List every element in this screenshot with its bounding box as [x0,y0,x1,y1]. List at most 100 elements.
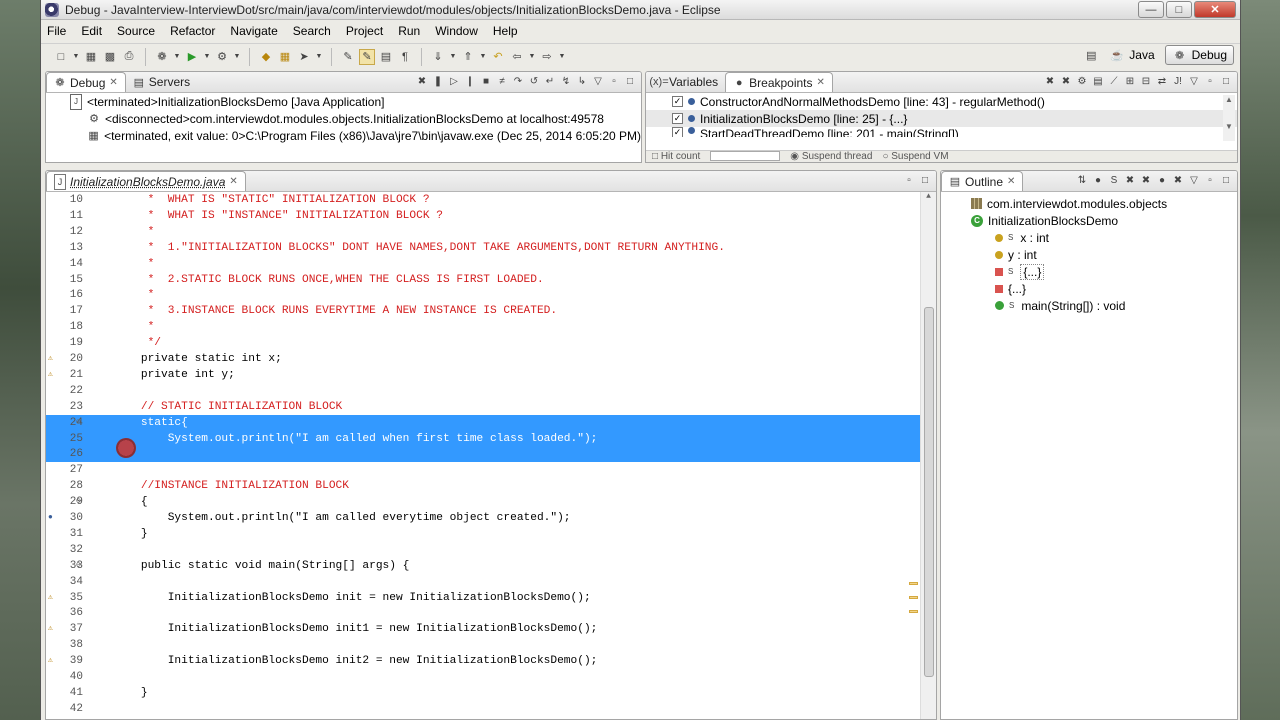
java-exception-breakpoint-icon[interactable]: J! [1171,74,1185,88]
menu-file[interactable]: File [47,24,66,38]
outline-item[interactable]: com.interviewdot.modules.objects [941,195,1237,212]
code-line[interactable]: 33 ⊖ public static void main(String[] arg… [46,558,920,574]
code-line[interactable]: 35 ⚠ InitializationBlocksDemo init = new … [46,590,920,606]
code-line[interactable]: 27 [46,462,920,478]
perspective-debug[interactable]: ❁ Debug [1164,45,1234,65]
go-to-file-icon[interactable]: ▤ [1091,74,1105,88]
new-icon[interactable]: □ [53,49,69,65]
show-whitespace-icon[interactable]: ¶ [397,49,413,65]
list-item[interactable]: ✓ InitializationBlocksDemo [line: 25] - … [646,110,1237,127]
suspend-vm-radio[interactable]: ○ Suspend VM [882,151,948,162]
tab-variables[interactable]: (x)= Variables [646,72,725,92]
collapse-all-icon[interactable]: ⊟ [1139,74,1153,88]
step-into-icon[interactable]: ↷ [511,74,525,88]
list-item[interactable]: ▦ <terminated, exit value: 0>C:\Program … [46,127,641,144]
list-item[interactable]: J <terminated>InitializationBlocksDemo [… [46,93,641,110]
chevron-down-icon[interactable]: ▼ [203,49,211,65]
suspend-icon[interactable]: ❙ [463,74,477,88]
show-supported-breakpoints-icon[interactable]: ⚙ [1075,74,1089,88]
view-menu-icon[interactable]: ▽ [591,74,605,88]
menu-refactor[interactable]: Refactor [170,24,215,38]
list-item[interactable]: ⚙ <disconnected>com.interviewdot.modules… [46,110,641,127]
link-with-debug-view-icon[interactable]: ⇄ [1155,74,1169,88]
code-line[interactable]: 17 * 3.INSTANCE BLOCK RUNS EVERYTIME A N… [46,303,920,319]
menu-window[interactable]: Window [435,24,478,38]
tab-initializationblocksdemo-java[interactable]: J InitializationBlocksDemo.java ✕ [46,171,246,191]
code-line[interactable]: 13 * 1."INITIALIZATION BLOCKS" DONT HAVE… [46,240,920,256]
code-line[interactable]: 12 * [46,224,920,240]
fold-icon[interactable]: ⊖ [76,561,86,571]
skip-breakpoints-icon[interactable]: ❚ [431,74,445,88]
code-line[interactable]: 24 ⊖ static{ [46,414,920,431]
remove-launches-icon[interactable]: ✖ [415,74,429,88]
menu-navigate[interactable]: Navigate [230,24,277,38]
outline-item[interactable]: y : int [941,246,1237,263]
code-line[interactable]: 22 [46,383,920,399]
menu-source[interactable]: Source [117,24,155,38]
code-line[interactable]: 28 //INSTANCE INITIALIZATION BLOCK [46,478,920,494]
outline-item[interactable]: S {...} [941,263,1237,280]
code-line[interactable]: 16 * [46,287,920,303]
tab-outline[interactable]: ▤ Outline ✕ [941,171,1024,191]
save-icon[interactable]: ▦ [83,49,99,65]
fold-icon[interactable]: ⊖ [76,497,86,507]
remove-all-breakpoints-icon[interactable]: ✖ [1059,74,1073,88]
hide-static-icon[interactable]: S [1107,173,1121,187]
open-type-icon[interactable]: ◆ [258,49,274,65]
code-line[interactable]: 11 * WHAT IS "INSTANCE" INITIALIZATION B… [46,208,920,224]
code-line[interactable]: 30 ● System.out.println("I am called ever… [46,510,920,526]
maximize-view-icon[interactable]: □ [623,74,637,88]
code-line[interactable]: 31 } [46,526,920,542]
code-line[interactable]: 39 ⚠ InitializationBlocksDemo init2 = new… [46,653,920,669]
open-task-icon[interactable]: ➤ [296,49,312,65]
chevron-down-icon[interactable]: ▼ [72,49,80,65]
tab-breakpoints[interactable]: ● Breakpoints ✕ [725,72,833,92]
minimize-button[interactable]: — [1138,1,1164,18]
code-line[interactable]: 14 * [46,256,920,272]
forward-arrow-icon[interactable]: ⇨ [539,49,555,65]
expand-all-icon[interactable]: ⊞ [1123,74,1137,88]
code-line[interactable]: 34 [46,574,920,590]
menu-search[interactable]: Search [293,24,331,38]
list-item[interactable]: ✓ StartDeadThreadDemo [line: 201 - main(… [646,127,1237,137]
maximize-button[interactable]: □ [1166,1,1192,18]
code-line[interactable]: 36 [46,605,920,621]
tab-debug[interactable]: ❁ Debug ✕ [46,72,126,92]
view-menu-icon[interactable]: ▽ [1187,74,1201,88]
code-line[interactable]: 21 ⚠ private int y; [46,367,920,383]
last-edit-location-icon[interactable]: ↶ [490,49,506,65]
code-line[interactable]: 26 [46,438,920,463]
menu-help[interactable]: Help [493,24,518,38]
minimize-view-icon[interactable]: ▫ [607,74,621,88]
breakpoint-icon[interactable]: ● [48,513,58,523]
code-line[interactable]: 37 ⚠ InitializationBlocksDemo init1 = new… [46,621,920,637]
outline-item[interactable]: Smain(String[]) : void [941,297,1237,314]
toggle-mark-occurrences-icon[interactable]: ✎ [340,49,356,65]
close-icon[interactable]: ✕ [1007,176,1015,187]
warning-icon[interactable]: ⚠ [48,370,58,380]
step-filters-icon[interactable]: ↳ [575,74,589,88]
hide-fields-icon[interactable]: ● [1091,173,1105,187]
editor-scrollbar[interactable]: ▲ [920,192,936,719]
warning-icon[interactable]: ⚠ [48,593,58,603]
hit-count-input[interactable] [710,151,781,161]
code-line[interactable]: 38 [46,637,920,653]
focus-icon[interactable]: ● [1155,173,1169,187]
link-icon[interactable]: ✖ [1171,173,1185,187]
breakpoint-checkbox[interactable]: ✓ [672,113,683,124]
drop-to-frame-icon[interactable]: ↯ [559,74,573,88]
highlight-icon[interactable]: ✎ [359,48,375,65]
close-icon[interactable]: ✕ [109,77,117,88]
tab-servers[interactable]: ▤ Servers [126,72,197,92]
disconnect-icon[interactable]: ≠ [495,74,509,88]
debug-bug-icon[interactable]: ❁ [154,49,170,65]
remove-breakpoint-icon[interactable]: ✖ [1043,74,1057,88]
save-all-icon[interactable]: ▩ [102,49,118,65]
print-icon[interactable]: ⎙ [121,49,137,65]
chevron-down-icon[interactable]: ▼ [449,49,457,65]
code-line[interactable]: 15 * 2.STATIC BLOCK RUNS ONCE,WHEN THE C… [46,272,920,288]
sort-icon[interactable]: ⇅ [1075,173,1089,187]
menu-edit[interactable]: Edit [81,24,102,38]
minimize-view-icon[interactable]: ▫ [1203,173,1217,187]
code-line[interactable]: 29 ⊖ { [46,494,920,510]
